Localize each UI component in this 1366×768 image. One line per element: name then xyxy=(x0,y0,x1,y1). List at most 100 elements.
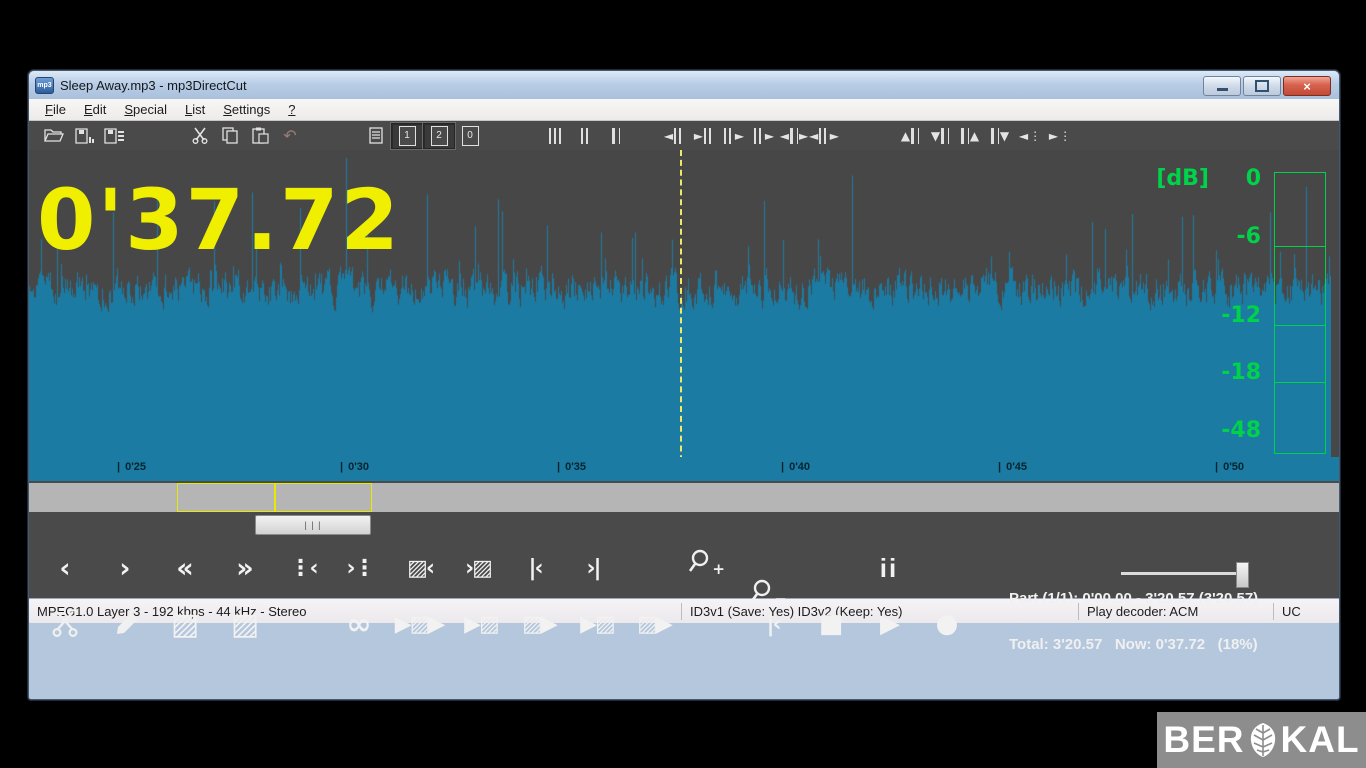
seek-back-button[interactable]: « xyxy=(163,548,207,588)
menu-settings-rest: ettings xyxy=(232,102,270,117)
watermark: BER KAL xyxy=(1157,712,1366,768)
fade-bars-icon xyxy=(674,128,684,144)
status-uc: UC xyxy=(1274,603,1339,620)
minimize-icon xyxy=(1217,88,1228,91)
title-bar[interactable]: mp3 Sleep Away.mp3 - mp3DirectCut × xyxy=(29,71,1339,99)
cut-button[interactable] xyxy=(185,124,215,148)
cut-selection-button[interactable] xyxy=(43,604,87,644)
gain-button[interactable] xyxy=(541,124,571,148)
edit-button[interactable] xyxy=(105,604,149,644)
menu-list-rest: ist xyxy=(192,102,205,117)
marker-prev-button[interactable]: ▲ xyxy=(955,124,985,148)
pencil-icon xyxy=(114,611,140,637)
layer2-toggle[interactable]: 2 xyxy=(423,123,455,149)
menu-help[interactable]: ? xyxy=(280,100,303,119)
db-unit-label: [dB] xyxy=(1149,166,1209,191)
next-pause-button[interactable]: ›⋮ xyxy=(338,548,382,588)
save-selection-button[interactable] xyxy=(99,124,129,148)
marker-icon xyxy=(991,128,999,144)
split-right-button[interactable]: ►⋮ xyxy=(1045,124,1075,148)
save-list-icon xyxy=(104,128,124,144)
db-tick-18: -18 xyxy=(1201,360,1261,385)
window-title: Sleep Away.mp3 - mp3DirectCut xyxy=(60,78,247,93)
copy-button[interactable] xyxy=(215,124,245,148)
fade-out-start-button[interactable]: ► xyxy=(719,124,749,148)
normalize-button[interactable] xyxy=(571,124,601,148)
file-info-button[interactable] xyxy=(361,124,391,148)
scissors-icon xyxy=(50,611,80,637)
marker-next-button[interactable]: ▼ xyxy=(985,124,1015,148)
db-tick-6: -6 xyxy=(1201,224,1261,249)
sel-end-button[interactable]: ›| xyxy=(571,548,615,588)
play-button[interactable]: ▶ xyxy=(868,604,912,644)
brain-leaf-icon xyxy=(1246,721,1280,759)
maximize-icon xyxy=(1255,80,1269,92)
undo-icon[interactable]: ↶ xyxy=(283,126,296,145)
go-start-button[interactable]: |‹ xyxy=(751,604,795,644)
stop-button[interactable]: ■ xyxy=(809,604,853,644)
play-to-end-button[interactable]: ▶▨ xyxy=(575,604,619,644)
ruler-label: 0'45 xyxy=(1006,461,1027,473)
scrollbar-thumb[interactable]: | | | xyxy=(255,515,371,535)
menu-edit-key: E xyxy=(84,102,93,117)
menu-list[interactable]: List xyxy=(177,100,213,119)
zoom-in-button[interactable]: + xyxy=(689,548,723,578)
step-back-button[interactable]: ‹ xyxy=(43,548,87,588)
menu-edit[interactable]: Edit xyxy=(76,100,114,119)
minimize-button[interactable] xyxy=(1203,76,1241,96)
set-end-button[interactable]: ▨ xyxy=(223,604,267,644)
close-button[interactable]: × xyxy=(1283,76,1331,96)
pause-detect-button[interactable] xyxy=(601,124,631,148)
meter-line-18 xyxy=(1275,382,1325,383)
volume-slider[interactable] xyxy=(1121,562,1249,586)
scrollbar[interactable]: | | | xyxy=(29,512,1339,538)
part-info: Part (1/1): 0'00.00 - 3'20.57 (3'20.57) xyxy=(1009,590,1258,607)
cue-down-button[interactable]: ▼ xyxy=(925,124,955,148)
play-from-cut-button[interactable]: ▨▶ xyxy=(517,604,561,644)
save-disk-icon xyxy=(75,128,94,144)
prev-pause-button[interactable]: ⋮‹ xyxy=(281,548,325,588)
volume-thumb[interactable] xyxy=(1236,562,1249,588)
fade-bars-icon xyxy=(754,128,764,144)
step-forward-button[interactable]: › xyxy=(103,548,147,588)
menu-settings[interactable]: Settings xyxy=(215,100,278,119)
paste-button[interactable] xyxy=(245,124,275,148)
open-button[interactable] xyxy=(39,124,69,148)
close-icon: × xyxy=(1303,79,1311,94)
record-button[interactable]: ● xyxy=(925,604,969,644)
layer0-toggle[interactable]: 0 xyxy=(455,124,485,148)
waveform-area[interactable]: 0'37.72 [dB] 0 -6 -12 -18 -48 xyxy=(29,150,1339,457)
time-ruler[interactable]: |0'25 |0'30 |0'35 |0'40 |0'45 |0'50 xyxy=(29,457,1339,481)
layer1-toggle[interactable]: 1 xyxy=(391,123,423,149)
db-tick-48: -48 xyxy=(1201,418,1261,443)
menu-file-key: F xyxy=(45,102,53,117)
prev-cut-button[interactable]: ▨‹ xyxy=(398,548,442,588)
cue-icon xyxy=(941,128,949,144)
trim-button[interactable]: ◄► xyxy=(779,124,809,148)
play-cursor[interactable] xyxy=(680,150,682,457)
cue-up-button[interactable]: ▲ xyxy=(895,124,925,148)
seek-forward-button[interactable]: » xyxy=(223,548,267,588)
overview-bar[interactable] xyxy=(29,483,1339,512)
play-to-cut-button[interactable]: ▶▨ xyxy=(459,604,503,644)
pause-button[interactable]: ii xyxy=(867,548,911,588)
set-begin-button[interactable]: ▨ xyxy=(163,604,207,644)
layer0-icon: 0 xyxy=(462,126,479,146)
play-from-start-button[interactable]: ▨▶ xyxy=(632,604,676,644)
split-left-button[interactable]: ◄⋮ xyxy=(1015,124,1045,148)
trim-bars-icon xyxy=(790,128,798,144)
menu-special[interactable]: Special xyxy=(116,100,175,119)
play-around-cut-button[interactable]: ▶▨▶ xyxy=(397,604,441,644)
maximize-button[interactable] xyxy=(1243,76,1281,96)
meter-line-6 xyxy=(1275,246,1325,247)
save-button[interactable] xyxy=(69,124,99,148)
fade-out-end-button[interactable]: ► xyxy=(749,124,779,148)
fade-in-start-button[interactable]: ◄ xyxy=(659,124,689,148)
next-cut-button[interactable]: ›▨ xyxy=(456,548,500,588)
crop-button[interactable]: ◄► xyxy=(809,124,839,148)
loop-button[interactable]: ∞ xyxy=(337,604,381,644)
fade-in-end-button[interactable]: ► xyxy=(689,124,719,148)
menu-file-rest: ile xyxy=(53,102,66,117)
menu-file[interactable]: File xyxy=(37,100,74,119)
sel-start-button[interactable]: |‹ xyxy=(513,548,557,588)
